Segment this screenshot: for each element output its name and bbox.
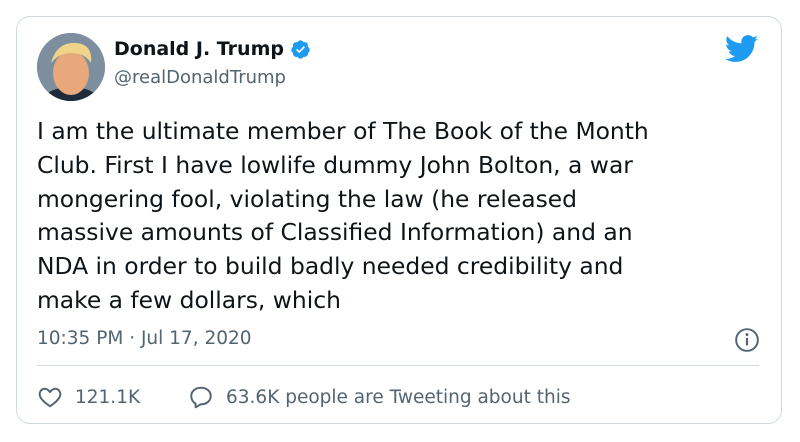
tweet-text-line: NDA in order to build badly needed credi… [37, 252, 624, 281]
info-icon[interactable] [734, 327, 760, 353]
twitter-bird-icon[interactable] [725, 35, 759, 63]
verified-badge-icon [291, 39, 310, 59]
author-handle[interactable]: @realDonaldTrump [114, 67, 286, 88]
like-button[interactable]: 121.1K [37, 384, 140, 410]
author-row[interactable]: Donald J. Trump [114, 38, 311, 60]
tweet-text-line: massive amounts of Classified Informatio… [37, 218, 633, 247]
tweet-timestamp[interactable]: 10:35 PM · Jul 17, 2020 [37, 328, 252, 349]
tweet-text-line: make a few dollars, which [37, 285, 341, 314]
display-name[interactable]: Donald J. Trump [114, 38, 284, 60]
speech-bubble-icon [190, 386, 212, 409]
tweet-text: I am the ultimate member of The Book of … [37, 115, 757, 318]
like-count: 121.1K [75, 386, 141, 408]
tweet-text-line: mongering fool, violating the law (he re… [37, 184, 578, 213]
avatar[interactable] [37, 33, 105, 101]
tweeting-about-link[interactable]: 63.6K people are Tweeting about this [188, 384, 570, 410]
divider [37, 365, 759, 366]
tweet-text-line: Club. First I have lowlife dummy John Bo… [37, 150, 633, 179]
tweeting-count: 63.6K people are Tweeting about this [226, 386, 571, 408]
tweet-text-line: I am the ultimate member of The Book of … [37, 117, 649, 145]
heart-icon [38, 387, 62, 408]
